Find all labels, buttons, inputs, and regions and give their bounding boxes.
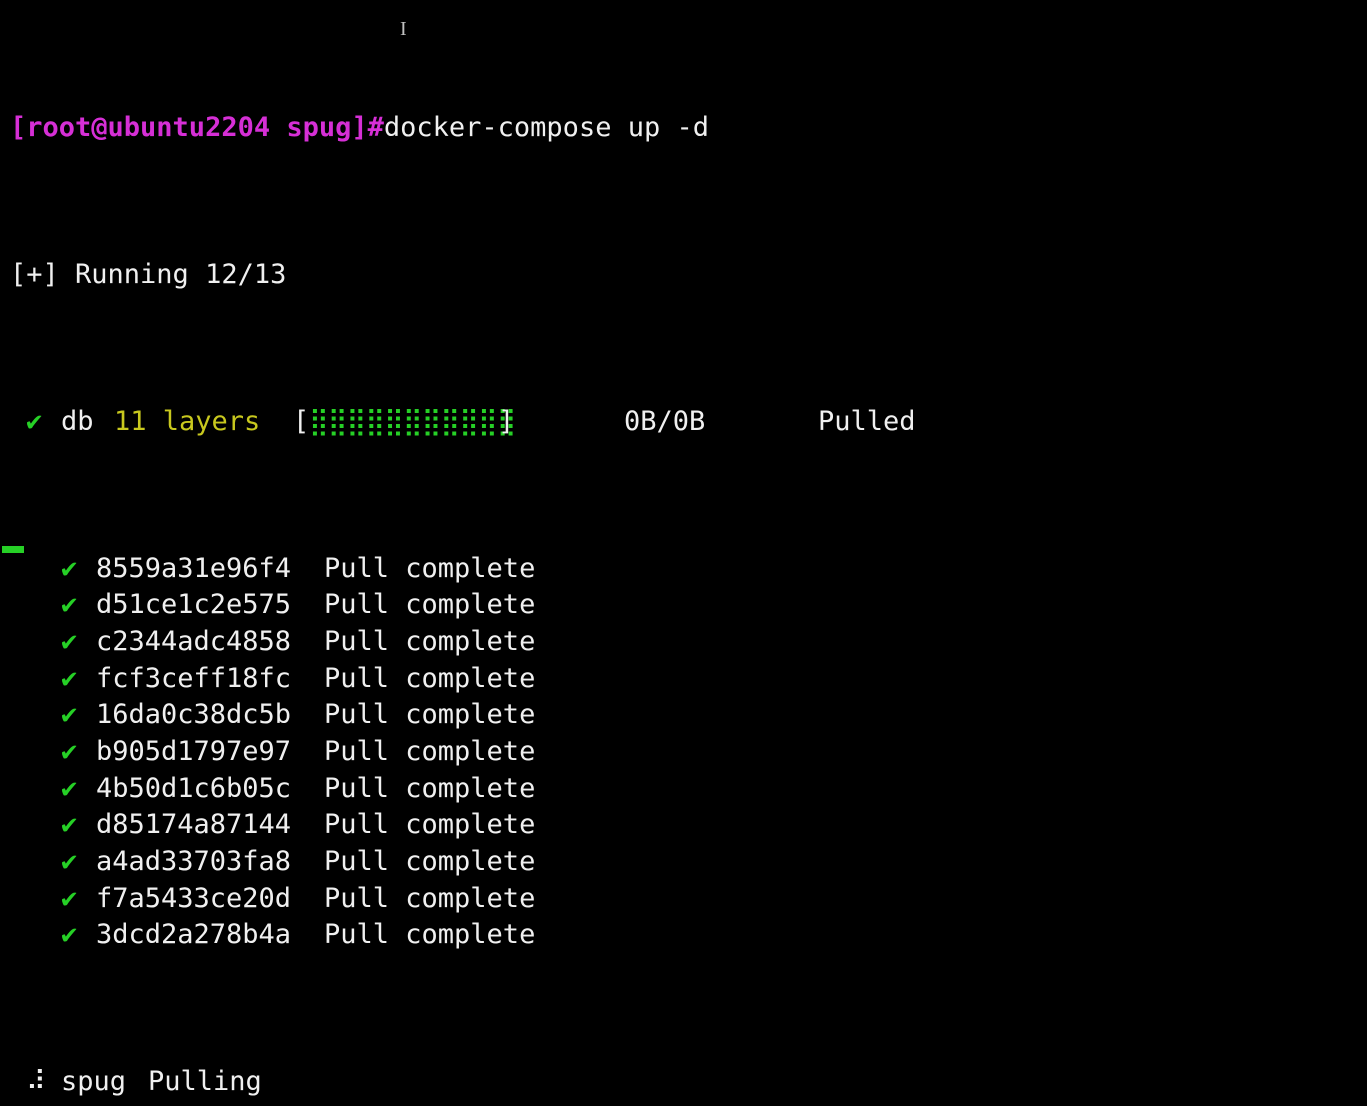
check-icon: ✔ xyxy=(61,662,78,694)
running-status-text: [+] Running 12/13 xyxy=(10,258,287,290)
layer-id: 16da0c38dc5b xyxy=(96,699,292,731)
layer-id: 8559a31e96f4 xyxy=(96,552,292,584)
layer-id: 3dcd2a278b4a xyxy=(96,919,292,951)
db-service-name: db xyxy=(61,405,94,437)
layer-status: Pull complete xyxy=(324,735,536,767)
check-icon: ✔ xyxy=(61,735,78,767)
layer-id: fcf3ceff18fc xyxy=(96,662,292,694)
check-icon: ✔ xyxy=(61,919,78,951)
layer-row: ✔ 4b50d1c6b05c Pull complete xyxy=(10,771,1367,808)
layer-status: Pull complete xyxy=(324,882,536,914)
command-text: docker-compose up -d xyxy=(383,112,709,144)
db-service-line: ✔ db 11 layers [⣿⣿⣿⣿⣿⣿⣿⣿⣿⣿⣿] 0B/0B Pulled xyxy=(10,404,1367,441)
layer-row: ✔ 8559a31e96f4 Pull complete xyxy=(10,551,1367,588)
layer-id: d85174a87144 xyxy=(96,809,292,841)
layer-id: d51ce1c2e575 xyxy=(96,589,292,621)
layer-status: Pull complete xyxy=(324,699,536,731)
spug-status: Pulling xyxy=(148,1066,262,1098)
spinner-icon: ⠼ xyxy=(26,1066,46,1098)
spug-service-name: spug xyxy=(61,1066,127,1098)
layer-id: a4ad33703fa8 xyxy=(96,846,292,877)
command-line: [root@ubuntu2204 spug]#docker-compose up… xyxy=(10,110,1367,147)
layer-status: Pull complete xyxy=(324,919,536,951)
terminal-window[interactable]: [root@ubuntu2204 spug]#docker-compose up… xyxy=(0,0,1367,1097)
layer-status: Pull complete xyxy=(324,552,536,584)
layer-row: ✔ 16da0c38dc5b Pull complete xyxy=(10,697,1367,734)
running-status-line: [+] Running 12/13 xyxy=(10,257,1367,294)
layer-id: f7a5433ce20d xyxy=(96,882,292,914)
layer-id: b905d1797e97 xyxy=(96,735,292,767)
check-icon: ✔ xyxy=(61,809,78,841)
check-icon: ✔ xyxy=(61,625,78,657)
layer-row: ✔ c2344adc4858 Pull complete xyxy=(10,624,1367,661)
layer-row: ✔ b905d1797e97 Pull complete xyxy=(10,734,1367,771)
check-icon: ✔ xyxy=(61,589,78,621)
layer-row: ✔ d51ce1c2e575 Pull complete xyxy=(10,587,1367,624)
layer-status: Pull complete xyxy=(324,589,536,621)
check-icon: ✔ xyxy=(26,405,43,437)
progress-bar-fill: ⣿⣿⣿⣿⣿⣿⣿⣿⣿⣿⣿ xyxy=(309,405,517,437)
shell-prompt: [root@ubuntu2204 spug]# xyxy=(10,112,384,144)
layer-status: Pull complete xyxy=(324,662,536,694)
spug-service-line: ⠼ spug Pulling xyxy=(10,1064,1367,1101)
progress-bar-close: ] xyxy=(498,405,515,437)
layer-row: ✔ f7a5433ce20d Pull complete xyxy=(10,881,1367,918)
check-icon: ✔ xyxy=(61,772,78,804)
layer-list: ✔ 8559a31e96f4 Pull complete ✔ d51ce1c2e575 P… xyxy=(10,551,1367,955)
db-status: Pulled xyxy=(818,405,916,437)
db-layers-label: 11 layers xyxy=(114,405,261,437)
text-cursor-icon: I xyxy=(400,18,407,40)
check-icon: ✔ xyxy=(61,882,78,914)
layer-id: 4b50d1c6b05c xyxy=(96,772,292,804)
layer-status: Pull complete xyxy=(324,772,536,804)
layer-row: ✔ d85174a87144 Pull complete xyxy=(10,807,1367,844)
db-size: 0B/0B xyxy=(624,405,706,437)
layer-status: Pull complete xyxy=(324,846,536,877)
check-icon: ✔ xyxy=(61,699,78,731)
terminal-cursor xyxy=(2,546,24,553)
layer-status: Pull complete xyxy=(324,625,536,657)
check-icon: ✔ xyxy=(61,846,78,877)
layer-row: ✔ fcf3ceff18fc Pull complete xyxy=(10,661,1367,698)
check-icon: ✔ xyxy=(61,552,78,584)
progress-bar-open: [ xyxy=(293,405,310,437)
layer-id: c2344adc4858 xyxy=(96,625,292,657)
layer-row: ✔ a4ad33703fa8 Pull complete xyxy=(10,844,1367,881)
layer-row: ✔ 3dcd2a278b4a Pull complete xyxy=(10,917,1367,954)
layer-status: Pull complete xyxy=(324,809,536,841)
